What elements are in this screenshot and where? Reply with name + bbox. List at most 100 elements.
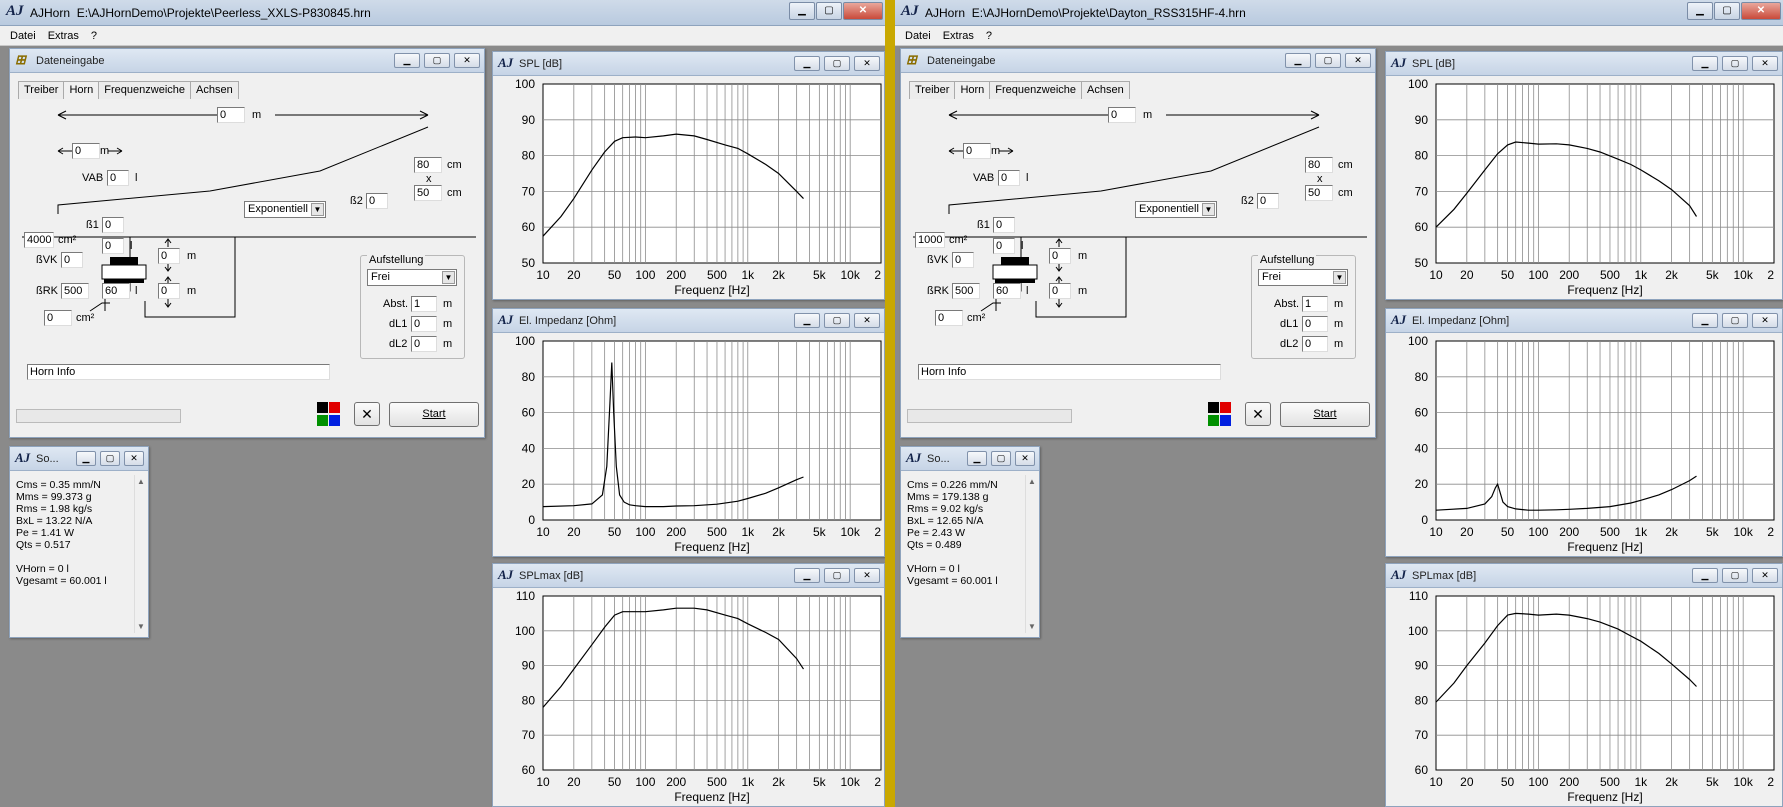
flare-select[interactable]: Exponentiell ▼ <box>1135 201 1217 218</box>
menu-help[interactable]: ? <box>91 30 97 45</box>
horn-length-input[interactable]: 0 <box>1108 107 1136 123</box>
close-button[interactable]: ✕ <box>1015 451 1035 466</box>
maximize-button[interactable]: ▢ <box>100 451 120 466</box>
minimize-button[interactable]: ▁ <box>76 451 96 466</box>
close-button[interactable]: ✕ <box>1752 56 1778 71</box>
throat-area-input[interactable]: 4000 <box>24 232 54 248</box>
impedance-plot-titlebar[interactable]: AJ El. Impedanz [Ohm] ▁ ▢ ✕ <box>493 309 884 333</box>
m2-input[interactable]: 0 <box>1049 283 1071 299</box>
m1-input[interactable]: 0 <box>158 248 180 264</box>
offset-input[interactable]: 0 <box>963 143 991 159</box>
minimize-button[interactable]: ▁ <box>967 451 987 466</box>
minimize-button[interactable]: ▁ <box>1687 2 1713 20</box>
info-panel-titlebar[interactable]: AJ So... ▁ ▢ ✕ <box>901 447 1039 471</box>
scroll-down-icon[interactable]: ▼ <box>1027 622 1037 631</box>
bvk-input[interactable]: 0 <box>61 252 83 268</box>
minimize-button[interactable]: ▁ <box>1692 56 1718 71</box>
m2-input[interactable]: 0 <box>158 283 180 299</box>
close-button[interactable]: ✕ <box>1752 313 1778 328</box>
color-blue-swatch[interactable] <box>1220 415 1231 426</box>
offset-input[interactable]: 0 <box>72 143 100 159</box>
brk-input[interactable]: 500 <box>952 283 980 299</box>
scroll-up-icon[interactable]: ▲ <box>136 477 146 486</box>
bvk-input[interactable]: 0 <box>952 252 974 268</box>
maximize-button[interactable]: ▢ <box>1722 313 1748 328</box>
minimize-button[interactable]: ▁ <box>794 313 820 328</box>
flare-select[interactable]: Exponentiell ▼ <box>244 201 326 218</box>
splmax-plot-titlebar[interactable]: AJ SPLmax [dB] ▁ ▢ ✕ <box>493 564 884 588</box>
beta1-input[interactable]: 0 <box>102 217 124 233</box>
beta2-input[interactable]: 0 <box>1257 193 1279 209</box>
beta2-input[interactable]: 0 <box>366 193 388 209</box>
close-button[interactable]: ✕ <box>1741 2 1781 20</box>
spl-plot-titlebar[interactable]: AJ SPL [dB] ▁ ▢ ✕ <box>493 52 884 76</box>
mouth-height-input[interactable]: 50 <box>1305 185 1333 201</box>
mouth-height-input[interactable]: 50 <box>414 185 442 201</box>
cancel-button[interactable]: ✕ <box>1245 402 1271 426</box>
info-scrollbar[interactable]: ▲ ▼ <box>134 475 146 633</box>
minimize-button[interactable]: ▁ <box>1692 568 1718 583</box>
brk-input[interactable]: 500 <box>61 283 89 299</box>
close-button[interactable]: ✕ <box>843 2 883 20</box>
maximize-button[interactable]: ▢ <box>824 568 850 583</box>
info-scrollbar[interactable]: ▲ ▼ <box>1025 475 1037 633</box>
m1-input[interactable]: 0 <box>1049 248 1071 264</box>
vol2-input[interactable]: 60 <box>102 283 130 299</box>
maximize-button[interactable]: ▢ <box>1714 2 1740 20</box>
title-bar[interactable]: AJ AJHorn E:\AJHornDemo\Projekte\Peerles… <box>0 0 885 26</box>
minimize-button[interactable]: ▁ <box>794 56 820 71</box>
minimize-button[interactable]: ▁ <box>789 2 815 20</box>
minimize-button[interactable]: ▁ <box>794 568 820 583</box>
start-button[interactable]: Start <box>389 402 479 427</box>
abst-input[interactable]: 1 <box>1302 296 1328 312</box>
mouth-width-input[interactable]: 80 <box>414 157 442 173</box>
vab-input[interactable]: 0 <box>998 170 1020 186</box>
throat-area-input[interactable]: 1000 <box>915 232 945 248</box>
color-red-swatch[interactable] <box>329 402 340 413</box>
close-button[interactable]: ✕ <box>124 451 144 466</box>
start-button[interactable]: Start <box>1280 402 1370 427</box>
dl2-input[interactable]: 0 <box>1302 336 1328 352</box>
color-black-swatch[interactable] <box>1208 402 1219 413</box>
color-black-swatch[interactable] <box>317 402 328 413</box>
menu-datei[interactable]: Datei <box>10 30 36 45</box>
color-blue-swatch[interactable] <box>329 415 340 426</box>
close-button[interactable]: ✕ <box>854 313 880 328</box>
horn-info-input[interactable]: Horn Info <box>27 364 330 380</box>
maximize-button[interactable]: ▢ <box>991 451 1011 466</box>
close-button[interactable]: ✕ <box>1752 568 1778 583</box>
scroll-up-icon[interactable]: ▲ <box>1027 477 1037 486</box>
port-area-input[interactable]: 0 <box>935 310 963 326</box>
color-green-swatch[interactable] <box>317 415 328 426</box>
minimize-button[interactable]: ▁ <box>1692 313 1718 328</box>
port-area-input[interactable]: 0 <box>44 310 72 326</box>
splmax-plot-titlebar[interactable]: AJ SPLmax [dB] ▁ ▢ ✕ <box>1386 564 1782 588</box>
scroll-down-icon[interactable]: ▼ <box>136 622 146 631</box>
dl1-input[interactable]: 0 <box>411 316 437 332</box>
mouth-width-input[interactable]: 80 <box>1305 157 1333 173</box>
color-red-swatch[interactable] <box>1220 402 1231 413</box>
menu-extras[interactable]: Extras <box>48 30 79 45</box>
menu-help[interactable]: ? <box>986 30 992 45</box>
menu-extras[interactable]: Extras <box>943 30 974 45</box>
dl1-input[interactable]: 0 <box>1302 316 1328 332</box>
horn-info-input[interactable]: Horn Info <box>918 364 1221 380</box>
beta1-input[interactable]: 0 <box>993 217 1015 233</box>
maximize-button[interactable]: ▢ <box>824 56 850 71</box>
info-panel-titlebar[interactable]: AJ So... ▁ ▢ ✕ <box>10 447 148 471</box>
dl2-input[interactable]: 0 <box>411 336 437 352</box>
abst-input[interactable]: 1 <box>411 296 437 312</box>
placement-select[interactable]: Frei ▼ <box>1258 269 1348 286</box>
close-button[interactable]: ✕ <box>854 568 880 583</box>
maximize-button[interactable]: ▢ <box>824 313 850 328</box>
maximize-button[interactable]: ▢ <box>1722 568 1748 583</box>
maximize-button[interactable]: ▢ <box>1722 56 1748 71</box>
maximize-button[interactable]: ▢ <box>816 2 842 20</box>
impedance-plot-titlebar[interactable]: AJ El. Impedanz [Ohm] ▁ ▢ ✕ <box>1386 309 1782 333</box>
vol1-input[interactable]: 0 <box>993 238 1015 254</box>
vab-input[interactable]: 0 <box>107 170 129 186</box>
horn-length-input[interactable]: 0 <box>217 107 245 123</box>
color-green-swatch[interactable] <box>1208 415 1219 426</box>
menu-datei[interactable]: Datei <box>905 30 931 45</box>
cancel-button[interactable]: ✕ <box>354 402 380 426</box>
